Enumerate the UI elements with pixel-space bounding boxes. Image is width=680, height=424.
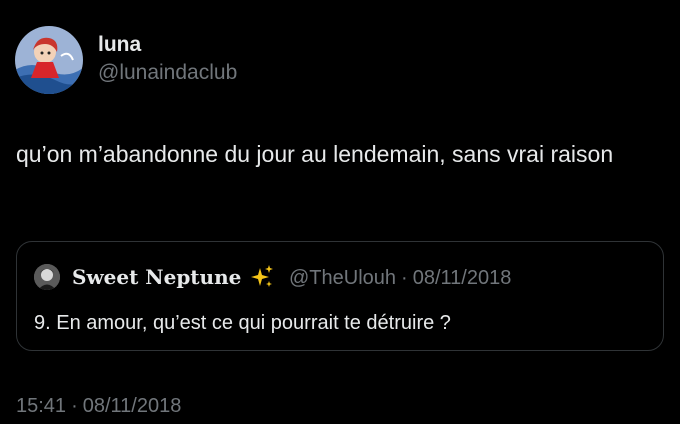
anime-character-avatar [15,26,83,94]
tweet-text: qu’on m’abandonne du jour au lendemain, … [16,141,614,167]
author-display-name[interactable]: luna [98,32,141,58]
quoted-date: 08/11/2018 [412,267,512,289]
quoted-tweet-card[interactable]: Sweet Neptune @TheUlouh · 08/11/2018 9. En… [16,241,664,351]
quoted-tweet-text: 9. En amour, qu’est ce qui pourrait te d… [34,312,451,334]
timestamp-separator: · [71,395,78,417]
author-avatar[interactable] [15,26,83,94]
quoted-display-name: Sweet Neptune [72,265,242,289]
tweet-time: 15:41 [16,395,67,417]
quoted-meta: @TheUlouh · 08/11/2018 [289,265,511,291]
quoted-avatar-image [34,264,60,290]
quoted-handle: @TheUlouh [289,267,397,289]
tweet-date: 08/11/2018 [82,395,182,417]
sparkles-icon [250,264,274,290]
tweet-timestamp[interactable]: 15:41 · 08/11/2018 [16,393,181,419]
author-handle[interactable]: @lunaindaclub [98,60,237,86]
quoted-author-avatar[interactable] [34,264,60,290]
quoted-separator: · [401,267,408,289]
